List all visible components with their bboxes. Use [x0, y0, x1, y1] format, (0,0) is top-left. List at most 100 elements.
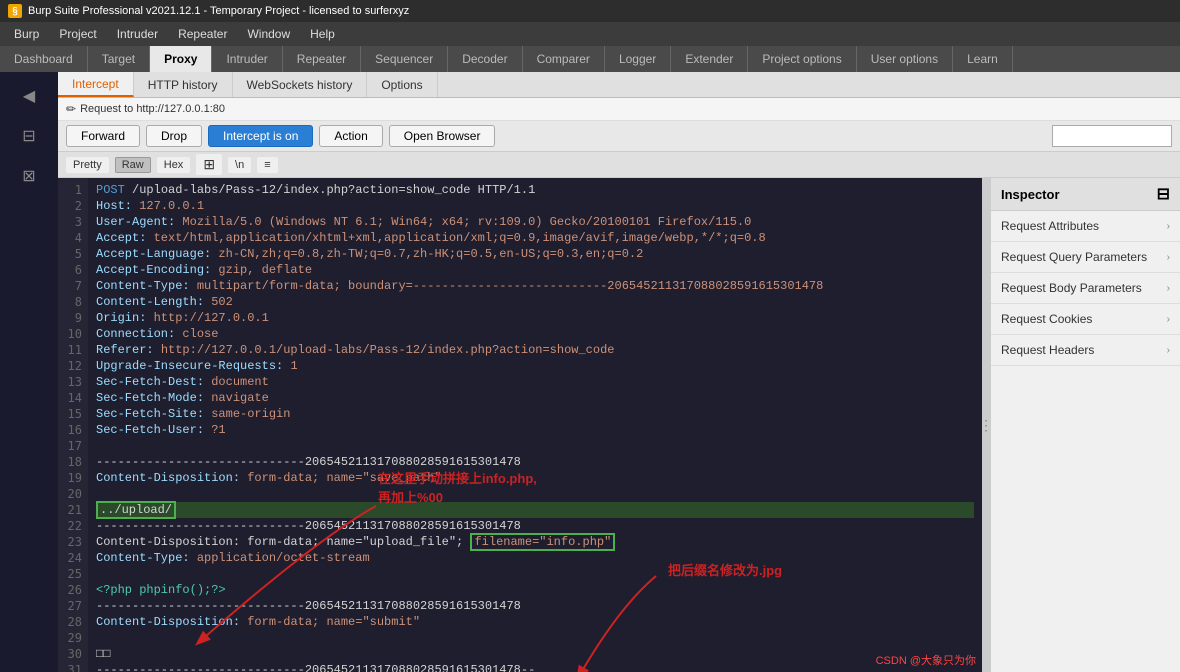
code-line-9: Origin: http://127.0.0.1 [96, 310, 974, 326]
inspector-title: Inspector [1001, 187, 1060, 202]
tab-top-extender[interactable]: Extender [671, 46, 748, 72]
line-num-3: 3 [64, 214, 82, 230]
format-menu[interactable]: ≡ [257, 157, 277, 173]
inspector-resize[interactable] [982, 178, 990, 672]
line-num-8: 8 [64, 294, 82, 310]
inspector-panel: Inspector ⊟ Request Attributes›Request Q… [990, 178, 1180, 672]
inspector-item-request-body-parameters[interactable]: Request Body Parameters› [991, 273, 1180, 304]
code-line-6: Accept-Encoding: gzip, deflate [96, 262, 974, 278]
format-hex[interactable]: Hex [157, 157, 191, 173]
format-render[interactable]: ⊞ [196, 154, 222, 175]
line-num-1: 1 [64, 182, 82, 198]
code-line-30: □□ [96, 646, 974, 662]
code-line-21: ../upload/ [96, 502, 974, 518]
line-num-25: 25 [64, 566, 82, 582]
inspector-item-request-headers[interactable]: Request Headers› [991, 335, 1180, 366]
title-bar: § Burp Suite Professional v2021.12.1 - T… [0, 0, 1180, 22]
tab-top-proxy[interactable]: Proxy [150, 46, 212, 72]
sub-tab-http-history[interactable]: HTTP history [134, 72, 233, 97]
tab-top-learn[interactable]: Learn [953, 46, 1013, 72]
line-num-22: 22 [64, 518, 82, 534]
sidebar-icon-3[interactable]: ⊠ [9, 158, 49, 194]
sub-tab-websockets-history[interactable]: WebSockets history [233, 72, 368, 97]
code-area[interactable]: POST /upload-labs/Pass-12/index.php?acti… [88, 178, 982, 672]
code-line-29 [96, 630, 974, 646]
code-line-26: <?php phpinfo();?> [96, 582, 974, 598]
inspector-items: Request Attributes›Request Query Paramet… [991, 211, 1180, 366]
code-line-23: Content-Disposition: form-data; name="up… [96, 534, 974, 550]
tab-top-target[interactable]: Target [88, 46, 150, 72]
sidebar-icon-2[interactable]: ⊟ [9, 118, 49, 154]
line-num-16: 16 [64, 422, 82, 438]
menu-item-project[interactable]: Project [49, 25, 106, 43]
format-pretty[interactable]: Pretty [66, 157, 109, 173]
code-line-18: -----------------------------20654521131… [96, 454, 974, 470]
code-line-3: User-Agent: Mozilla/5.0 (Windows NT 6.1;… [96, 214, 974, 230]
menu-item-intruder[interactable]: Intruder [107, 25, 168, 43]
code-line-28: Content-Disposition: form-data; name="su… [96, 614, 974, 630]
sidebar: ◀ ⊟ ⊠ [0, 72, 58, 672]
editor-wrapper: 1234567891011121314151617181920212223242… [58, 178, 1180, 672]
code-line-10: Connection: close [96, 326, 974, 342]
format-newline[interactable]: \n [228, 157, 251, 173]
menu-item-window[interactable]: Window [237, 25, 300, 43]
tab-top-decoder[interactable]: Decoder [448, 46, 522, 72]
format-raw[interactable]: Raw [115, 157, 151, 173]
line-num-26: 26 [64, 582, 82, 598]
menu-item-burp[interactable]: Burp [4, 25, 49, 43]
code-line-17 [96, 438, 974, 454]
inspector-item-request-query-parameters[interactable]: Request Query Parameters› [991, 242, 1180, 273]
line-num-19: 19 [64, 470, 82, 486]
drop-button[interactable]: Drop [146, 125, 202, 147]
code-line-5: Accept-Language: zh-CN,zh;q=0.8,zh-TW;q=… [96, 246, 974, 262]
line-num-27: 27 [64, 598, 82, 614]
line-num-10: 10 [64, 326, 82, 342]
sub-tab-intercept[interactable]: Intercept [58, 72, 134, 97]
code-line-16: Sec-Fetch-User: ?1 [96, 422, 974, 438]
code-line-12: Upgrade-Insecure-Requests: 1 [96, 358, 974, 374]
code-line-25 [96, 566, 974, 582]
app-icon: § [8, 4, 22, 18]
tab-top-intruder[interactable]: Intruder [212, 46, 282, 72]
tab-top-user-options[interactable]: User options [857, 46, 953, 72]
code-line-13: Sec-Fetch-Dest: document [96, 374, 974, 390]
tab-top-repeater[interactable]: Repeater [283, 46, 361, 72]
tab-top-project-options[interactable]: Project options [748, 46, 856, 72]
line-num-11: 11 [64, 342, 82, 358]
search-input[interactable] [1052, 125, 1172, 147]
menu-bar: BurpProjectIntruderRepeaterWindowHelp [0, 22, 1180, 46]
line-num-4: 4 [64, 230, 82, 246]
line-num-13: 13 [64, 374, 82, 390]
line-numbers: 1234567891011121314151617181920212223242… [58, 178, 88, 672]
editor-main[interactable]: 1234567891011121314151617181920212223242… [58, 178, 982, 672]
code-line-4: Accept: text/html,application/xhtml+xml,… [96, 230, 974, 246]
tab-top-dashboard[interactable]: Dashboard [0, 46, 88, 72]
request-info-bar: ✏ Request to http://127.0.0.1:80 [58, 98, 1180, 121]
code-line-8: Content-Length: 502 [96, 294, 974, 310]
forward-button[interactable]: Forward [66, 125, 140, 147]
inspector-expand-icon[interactable]: ⊟ [1157, 184, 1170, 204]
code-line-1: POST /upload-labs/Pass-12/index.php?acti… [96, 182, 974, 198]
line-num-2: 2 [64, 198, 82, 214]
code-line-27: -----------------------------20654521131… [96, 598, 974, 614]
tab-top-sequencer[interactable]: Sequencer [361, 46, 448, 72]
line-num-21: 21 [64, 502, 82, 518]
sub-tab-options[interactable]: Options [367, 72, 437, 97]
action-button[interactable]: Action [319, 125, 382, 147]
code-line-15: Sec-Fetch-Site: same-origin [96, 406, 974, 422]
line-num-18: 18 [64, 454, 82, 470]
menu-item-help[interactable]: Help [300, 25, 345, 43]
tab-top-logger[interactable]: Logger [605, 46, 671, 72]
sidebar-icon-1[interactable]: ◀ [9, 78, 49, 114]
line-num-30: 30 [64, 646, 82, 662]
menu-item-repeater[interactable]: Repeater [168, 25, 237, 43]
intercept-button[interactable]: Intercept is on [208, 125, 313, 147]
code-line-22: -----------------------------20654521131… [96, 518, 974, 534]
line-num-9: 9 [64, 310, 82, 326]
open-browser-button[interactable]: Open Browser [389, 125, 496, 147]
tab-top-comparer[interactable]: Comparer [523, 46, 605, 72]
inspector-item-request-attributes[interactable]: Request Attributes› [991, 211, 1180, 242]
sub-tab-bar: InterceptHTTP historyWebSockets historyO… [58, 72, 1180, 98]
inspector-item-request-cookies[interactable]: Request Cookies› [991, 304, 1180, 335]
editor-content: 1234567891011121314151617181920212223242… [58, 178, 982, 672]
